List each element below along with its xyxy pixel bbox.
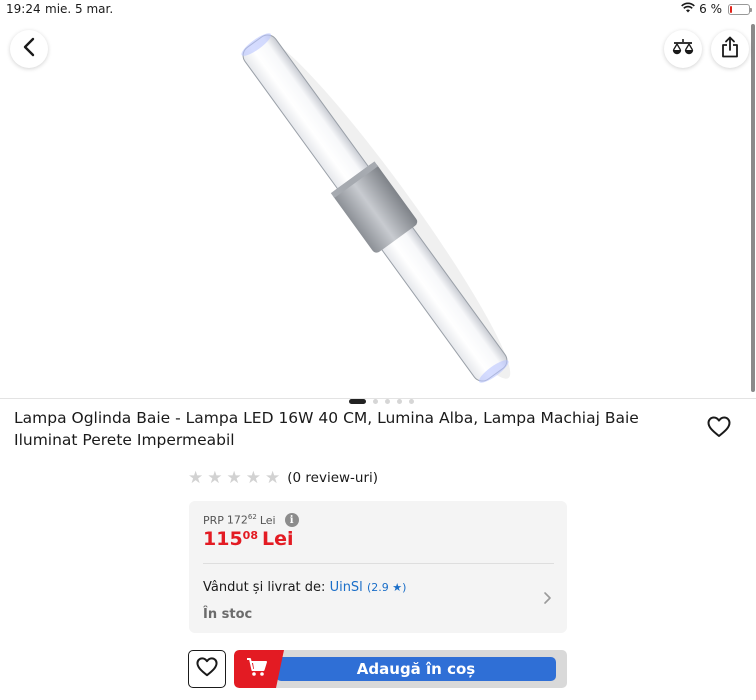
- pagination-dot[interactable]: [397, 399, 402, 404]
- price-fraction: 08: [242, 529, 258, 542]
- info-icon[interactable]: i: [284, 513, 299, 527]
- product-image-gallery[interactable]: [0, 20, 756, 404]
- seller-label: Vândut și livrat de:: [203, 580, 326, 595]
- star-icon: ★: [226, 468, 242, 488]
- add-to-cart-button[interactable]: Adaugă în coș: [234, 650, 567, 688]
- status-time: 19:24: [6, 2, 41, 16]
- wishlist-button[interactable]: [707, 416, 731, 442]
- prp-label: PRP: [203, 513, 224, 527]
- wifi-icon: [681, 2, 696, 16]
- share-icon: [721, 36, 739, 62]
- battery-level: [730, 5, 732, 13]
- chevron-left-icon: [22, 37, 36, 61]
- divider: [0, 398, 756, 399]
- price-card: PRP 17262 Lei i 11508 Lei Vândut și livra…: [189, 501, 567, 633]
- prp-value: 17262: [227, 513, 257, 527]
- rating[interactable]: ★ ★ ★ ★ ★ (0 review-uri): [188, 469, 378, 487]
- prp-whole: 172: [226, 513, 248, 527]
- product-page: 19:24 mie. 5 mar. 6 % Lampa Oglinda Baie…: [0, 0, 756, 700]
- price-currency: Lei: [261, 528, 294, 550]
- product-title: Lampa Oglinda Baie - Lampa LED 16W 40 CM…: [14, 409, 639, 449]
- seller-name[interactable]: UinSl: [330, 580, 363, 595]
- star-icon: ★: [207, 468, 223, 488]
- image-pagination[interactable]: [349, 399, 414, 404]
- star-icon: ★: [265, 468, 281, 488]
- back-button[interactable]: [10, 30, 48, 68]
- heart-icon: [196, 657, 218, 681]
- prp-currency: Lei: [259, 513, 276, 527]
- add-to-cart-label: Adaugă în coș: [356, 660, 476, 678]
- current-price: 11508 Lei: [203, 528, 294, 550]
- star-icon: ★: [245, 468, 261, 488]
- share-button[interactable]: [711, 30, 749, 68]
- status-bar: 19:24 mie. 5 mar. 6 %: [0, 0, 756, 20]
- pagination-dot[interactable]: [349, 399, 366, 404]
- chevron-right-icon[interactable]: [543, 590, 552, 609]
- cart-icon: [246, 657, 268, 681]
- status-date: mie. 5 mar.: [45, 2, 114, 16]
- price-whole: 115: [203, 528, 243, 550]
- status-right: 6 %: [681, 2, 752, 16]
- wishlist-bottom-button[interactable]: [188, 650, 226, 688]
- pagination-dot[interactable]: [373, 399, 378, 404]
- pagination-dot[interactable]: [385, 399, 390, 404]
- reviews-count[interactable]: (0 review-uri): [287, 470, 378, 486]
- recommended-price: PRP 17262 Lei i: [203, 513, 299, 527]
- product-image: [241, 33, 511, 383]
- heart-icon: [707, 416, 731, 442]
- scrollbar[interactable]: [751, 24, 755, 392]
- scale-icon: [672, 38, 694, 60]
- stock-status: În stoc: [203, 607, 253, 622]
- compare-button[interactable]: [664, 30, 702, 68]
- seller-score: (2.9 ★): [366, 581, 407, 594]
- battery-icon: [728, 3, 752, 15]
- pagination-dot[interactable]: [409, 399, 414, 404]
- star-icon: ★: [188, 468, 204, 488]
- divider: [203, 563, 554, 564]
- prp-fraction: 62: [247, 513, 257, 522]
- battery-percent: 6 %: [699, 2, 722, 16]
- seller-info[interactable]: Vândut și livrat de: UinSl (2.9 ★): [203, 580, 406, 595]
